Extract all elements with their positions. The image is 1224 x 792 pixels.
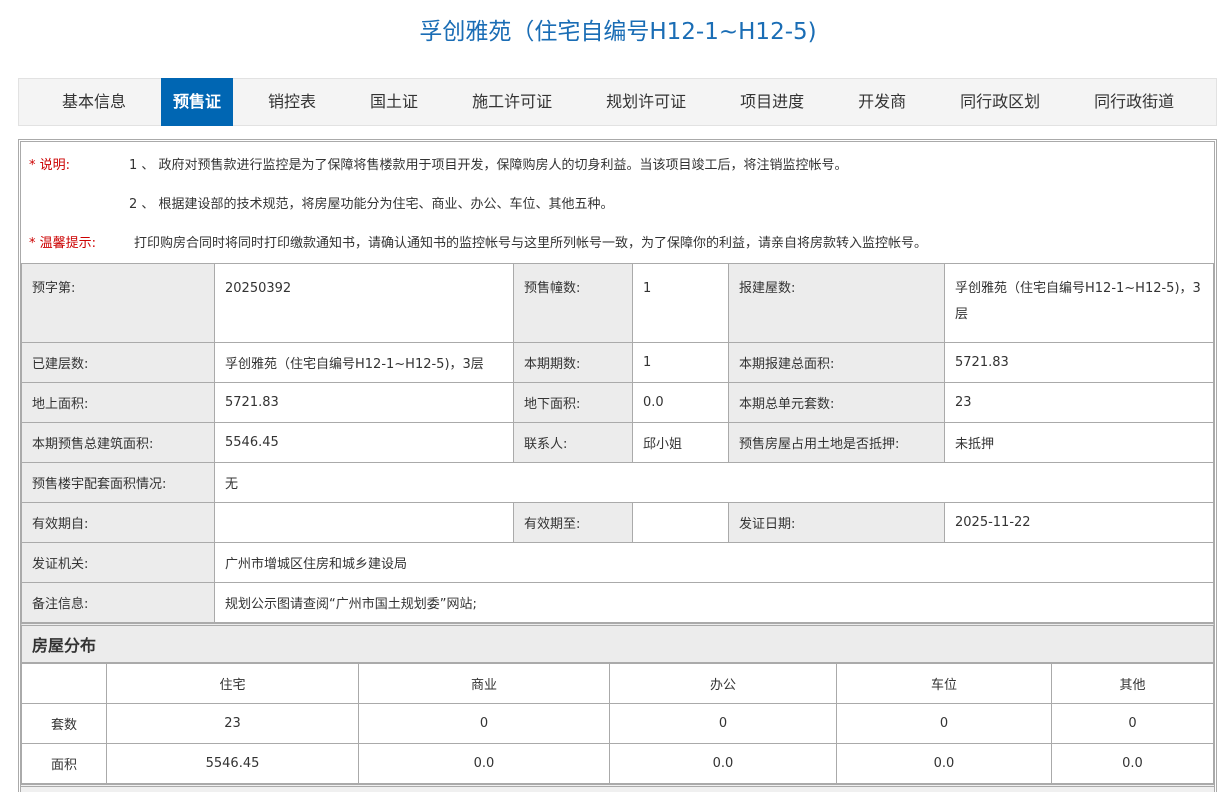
field-label: 发证机关: <box>21 542 215 583</box>
distribution-cell: 套数 <box>21 703 107 744</box>
tab-7[interactable]: 开发商 <box>839 78 925 126</box>
field-value: 孚创雅苑（住宅自编号H12-1~H12-5)，3层 <box>944 263 1214 343</box>
tab-bar: 基本信息 预售证 销控表 国土证 施工许可证 规划许可证 项目进度 开发商 同行政区划 同行政街道 <box>18 78 1217 126</box>
explain-label: * 说明: <box>29 158 71 173</box>
column-header: 办公 <box>609 663 837 704</box>
info-row: 地上面积: 5721.83 地下面积: 0.0 本期总单元套数: 23 <box>21 382 1214 423</box>
info-row: 备注信息: 规划公示图请查阅“广州市国土规划委”网站; <box>21 582 1214 623</box>
distribution-cell: 0 <box>836 703 1052 744</box>
info-row: 预售楼宇配套面积情况: 无 <box>21 462 1214 503</box>
presale-certificate-panel: * 说明: 1 、 政府对预售款进行监控是为了保障将售楼款用于项目开发，保障购房人… <box>18 139 1217 792</box>
tab-2[interactable]: 销控表 <box>249 78 335 126</box>
field-label: 本期预售总建筑面积: <box>21 422 215 463</box>
field-label: 地下面积: <box>513 382 633 423</box>
field-value: 无 <box>214 462 1214 503</box>
field-value: 20250392 <box>214 263 514 343</box>
info-row: 本期预售总建筑面积: 5546.45 联系人: 邱小姐 预售房屋占用土地是否抵押: 未抵押 <box>21 422 1214 463</box>
tab-3[interactable]: 国土证 <box>351 78 437 126</box>
column-header: 车位 <box>836 663 1052 704</box>
notes: * 说明: 1 、 政府对预售款进行监控是为了保障将售楼款用于项目开发，保障购房人… <box>21 142 1214 263</box>
field-label: 已建层数: <box>21 342 215 383</box>
field-value: 5721.83 <box>214 382 514 423</box>
field-label: 联系人: <box>513 422 633 463</box>
field-label: 预售幢数: <box>513 263 633 343</box>
distribution-cell: 0 <box>358 703 610 744</box>
distribution-cell: 0 <box>609 703 837 744</box>
info-row: 有效期自: 有效期至: 发证日期: 2025-11-22 <box>21 502 1214 543</box>
tab-0[interactable]: 基本信息 <box>43 78 145 126</box>
field-label: 预字第: <box>21 263 215 343</box>
column-header: 住宅 <box>106 663 359 704</box>
distribution-table: 住宅 商业 办公 车位 其他 套数 23 0 0 0 0 面积 5546.45 0.0 0.0 0.0 0.0 <box>21 663 1214 784</box>
distribution-row: 面积 5546.45 0.0 0.0 0.0 0.0 <box>21 743 1214 784</box>
tab-5[interactable]: 规划许可证 <box>587 78 705 126</box>
info-row: 已建层数: 孚创雅苑（住宅自编号H12-1~H12-5)，3层 本期期数: 1 本期报建… <box>21 342 1214 383</box>
distribution-cell: 0.0 <box>358 743 610 784</box>
tip-label: * 温馨提示: <box>29 236 97 251</box>
field-value: 1 <box>632 263 729 343</box>
field-label: 本期报建总面积: <box>728 342 945 383</box>
field-value: 邱小姐 <box>632 422 729 463</box>
distribution-cell: 0 <box>1051 703 1214 744</box>
field-value: 规划公示图请查阅“广州市国土规划委”网站; <box>214 582 1214 623</box>
field-value: 23 <box>944 382 1214 423</box>
info-row: 发证机关: 广州市增城区住房和城乡建设局 <box>21 542 1214 583</box>
tab-4[interactable]: 施工许可证 <box>453 78 571 126</box>
column-header: 商业 <box>358 663 610 704</box>
tab-8[interactable]: 同行政区划 <box>941 78 1059 126</box>
field-label: 发证日期: <box>728 502 945 543</box>
distribution-row: 套数 23 0 0 0 0 <box>21 703 1214 744</box>
page-title: 孚创雅苑（住宅自编号H12-1~H12-5) <box>419 19 817 45</box>
field-label: 有效期自: <box>21 502 215 543</box>
distribution-header-row: 住宅 商业 办公 车位 其他 <box>21 663 1214 704</box>
field-value: 广州市增城区住房和城乡建设局 <box>214 542 1214 583</box>
distribution-cell: 0.0 <box>1051 743 1214 784</box>
distribution-cell: 面积 <box>21 743 107 784</box>
distribution-cell: 5546.45 <box>106 743 359 784</box>
field-label: 预售房屋占用土地是否抵押: <box>728 422 945 463</box>
field-value: 5546.45 <box>214 422 514 463</box>
field-value <box>632 502 729 543</box>
field-label: 有效期至: <box>513 502 633 543</box>
field-label: 备注信息: <box>21 582 215 623</box>
explain-text-2: 2 、 根据建设部的技术规范，将房屋功能分为住宅、商业、办公、车位、其他五种。 <box>129 197 614 212</box>
field-label: 预售楼宇配套面积情况: <box>21 462 215 503</box>
distribution-cell: 0.0 <box>609 743 837 784</box>
field-label: 本期总单元套数: <box>728 382 945 423</box>
field-value: 孚创雅苑（住宅自编号H12-1~H12-5)，3层 <box>214 342 514 383</box>
tab-9[interactable]: 同行政街道 <box>1075 78 1193 126</box>
field-value: 未抵押 <box>944 422 1214 463</box>
column-header <box>21 663 107 704</box>
distribution-cell: 0.0 <box>836 743 1052 784</box>
field-label: 报建屋数: <box>728 263 945 343</box>
distribution-title: 房屋分布 <box>21 623 1214 663</box>
field-label: 地上面积: <box>21 382 215 423</box>
field-value: 0.0 <box>632 382 729 423</box>
tab-1[interactable]: 预售证 <box>161 78 234 126</box>
tab-6[interactable]: 项目进度 <box>721 78 823 126</box>
distribution-cell: 23 <box>106 703 359 744</box>
explain-text-1: 1 、 政府对预售款进行监控是为了保障将售楼款用于项目开发，保障购房人的切身利益… <box>129 158 848 173</box>
certificate-info-table: 预字第: 20250392 预售幢数: 1 报建屋数: 孚创雅苑（住宅自编号H12-1~H… <box>21 263 1214 623</box>
info-row: 预字第: 20250392 预售幢数: 1 报建屋数: 孚创雅苑（住宅自编号H12-1~H… <box>21 263 1214 343</box>
field-value: 5721.83 <box>944 342 1214 383</box>
field-value: 1 <box>632 342 729 383</box>
tip-text: 打印购房合同时将同时打印缴款通知书，请确认通知书的监控帐号与这里所列帐号一致，为… <box>134 236 928 251</box>
field-label: 本期期数: <box>513 342 633 383</box>
field-value: 2025-11-22 <box>944 502 1214 543</box>
column-header: 其他 <box>1051 663 1214 704</box>
field-value <box>214 502 514 543</box>
